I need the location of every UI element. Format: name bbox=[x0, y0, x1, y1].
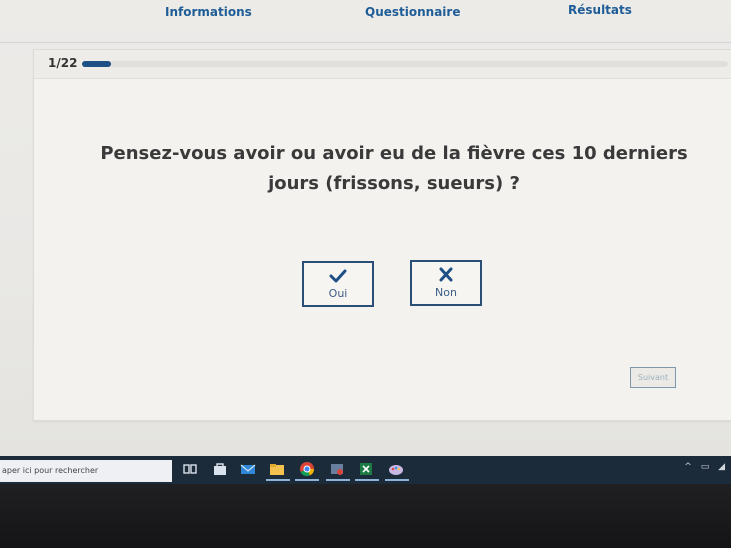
paint-active-indicator bbox=[385, 479, 409, 481]
store-icon[interactable] bbox=[212, 461, 228, 477]
media-app-icon[interactable] bbox=[329, 461, 345, 477]
chevron-up-icon[interactable]: ^ bbox=[684, 462, 692, 472]
close-icon bbox=[412, 266, 480, 284]
question-counter: 1/22 bbox=[48, 56, 78, 70]
next-button[interactable]: Suivant bbox=[630, 367, 676, 388]
chrome-icon[interactable] bbox=[299, 461, 315, 477]
task-view-icon[interactable] bbox=[182, 461, 198, 477]
progress-row: 1/22 bbox=[34, 50, 731, 79]
tab-questionnaire[interactable]: Questionnaire bbox=[365, 5, 460, 19]
file-explorer-active-indicator bbox=[266, 479, 290, 481]
browser-viewport: Informations Questionnaire Résultats 1/2… bbox=[0, 0, 731, 456]
battery-icon[interactable]: ▭ bbox=[701, 462, 710, 472]
mail-icon[interactable] bbox=[240, 461, 256, 477]
yes-button[interactable]: Oui bbox=[302, 261, 374, 307]
monitor-bezel bbox=[0, 484, 731, 548]
taskbar-search-input[interactable]: aper ici pour rechercher bbox=[0, 460, 172, 482]
no-label: Non bbox=[435, 286, 457, 299]
nav-divider bbox=[0, 42, 731, 43]
network-icon[interactable]: ◢ bbox=[718, 462, 725, 472]
no-button[interactable]: Non bbox=[410, 260, 482, 306]
tab-resultats[interactable]: Résultats bbox=[568, 3, 632, 17]
media-app-active-indicator bbox=[326, 479, 350, 481]
tab-informations[interactable]: Informations bbox=[165, 5, 252, 19]
progress-bar-fill bbox=[82, 61, 111, 67]
file-explorer-icon[interactable] bbox=[269, 461, 285, 477]
check-icon bbox=[304, 267, 372, 285]
paint-icon[interactable] bbox=[388, 461, 404, 477]
excel-icon[interactable] bbox=[358, 461, 374, 477]
chrome-active-indicator bbox=[295, 479, 319, 481]
windows-taskbar: aper ici pour rechercher ^ ▭ ◢ bbox=[0, 456, 731, 484]
question-card: 1/22 Pensez-vous avoir ou avoir eu de la… bbox=[33, 49, 731, 421]
question-text: Pensez-vous avoir ou avoir eu de la fièv… bbox=[100, 143, 688, 194]
top-navigation: Informations Questionnaire Résultats bbox=[0, 0, 731, 28]
progress-bar bbox=[82, 61, 728, 67]
yes-label: Oui bbox=[328, 287, 348, 300]
excel-active-indicator bbox=[355, 479, 379, 481]
system-tray[interactable]: ^ ▭ ◢ bbox=[684, 462, 725, 472]
